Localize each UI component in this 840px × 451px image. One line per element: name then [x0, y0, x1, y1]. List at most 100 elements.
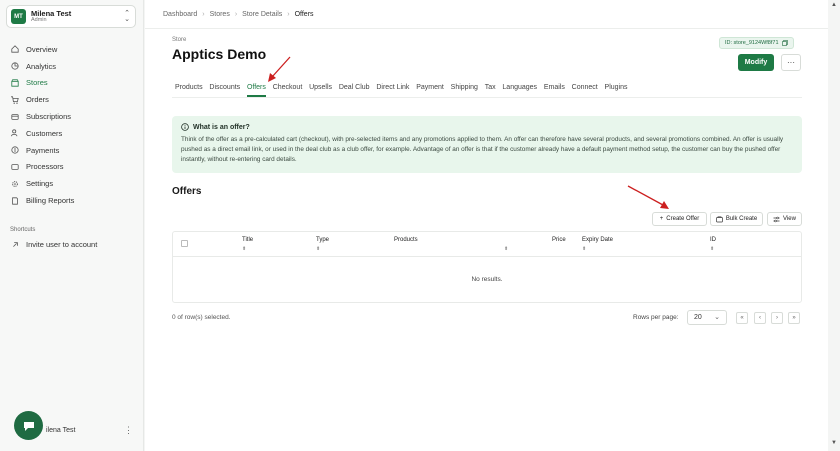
tab-connect[interactable]: Connect — [572, 84, 598, 91]
view-label: View — [783, 216, 796, 222]
account-switcher[interactable]: MT Milena Test Admin ⌃ ⌄ — [6, 5, 136, 28]
sidebar-item-payments[interactable]: Payments — [11, 142, 74, 159]
sidebar-item-billing-reports[interactable]: Billing Reports — [11, 192, 74, 209]
stack-icon — [715, 215, 723, 222]
tab-plugins[interactable]: Plugins — [605, 84, 628, 91]
tab-tax[interactable]: Tax — [485, 84, 496, 91]
breadcrumb: Dashboard › Stores › Store Details › Off… — [163, 11, 314, 18]
sidebar-item-label: Orders — [26, 95, 49, 105]
chat-widget-button[interactable] — [14, 411, 43, 440]
store-tabs: Products Discounts Offers Checkout Upsel… — [175, 84, 634, 97]
sidebar-item-processors[interactable]: Processors — [11, 159, 74, 176]
bulk-create-button[interactable]: Bulk Create — [710, 212, 763, 226]
tab-direct-link[interactable]: Direct Link — [376, 84, 409, 91]
breadcrumb-separator-icon: › — [234, 11, 238, 18]
sidebar-item-analytics[interactable]: Analytics — [11, 58, 74, 75]
sidebar-item-subscriptions[interactable]: Subscriptions — [11, 108, 74, 125]
sidebar-item-orders[interactable]: Orders — [11, 91, 74, 108]
first-page-button[interactable]: « — [736, 312, 748, 324]
scroll-up-icon[interactable]: ▲ — [831, 2, 837, 8]
select-all-checkbox[interactable] — [181, 240, 188, 247]
tab-shipping[interactable]: Shipping — [451, 84, 478, 91]
gear-icon — [11, 180, 19, 188]
sidebar-item-overview[interactable]: Overview — [11, 41, 74, 58]
account-avatar: MT — [11, 9, 26, 24]
tab-deal-club[interactable]: Deal Club — [339, 84, 370, 91]
view-options-button[interactable]: View — [767, 212, 802, 226]
customers-icon — [11, 129, 19, 137]
account-role: Admin — [31, 17, 47, 23]
sidebar-item-label: Settings — [26, 179, 54, 189]
payments-icon — [11, 146, 19, 154]
account-name: Milena Test — [31, 8, 72, 18]
sidebar-item-label: Billing Reports — [26, 196, 75, 206]
chevron-down-icon: ⌄ — [714, 314, 720, 321]
report-icon — [11, 196, 19, 205]
next-page-button[interactable]: › — [771, 312, 783, 324]
tab-emails[interactable]: Emails — [544, 84, 565, 91]
tab-languages[interactable]: Languages — [502, 84, 537, 91]
sort-icon[interactable]: ⬍ — [316, 246, 320, 252]
sort-icon[interactable]: ⬍ — [242, 246, 246, 252]
analytics-icon — [11, 62, 19, 70]
tab-payment[interactable]: Payment — [416, 84, 444, 91]
previous-page-button[interactable]: ‹ — [754, 312, 766, 324]
sidebar-item-label: Overview — [26, 44, 58, 54]
rows-per-page-label: Rows per page: — [633, 314, 679, 321]
column-title[interactable]: Title — [242, 237, 253, 243]
tab-discounts[interactable]: Discounts — [209, 84, 240, 91]
tab-products[interactable]: Products — [175, 84, 203, 91]
sidebar-item-label: Stores — [26, 78, 48, 88]
info-heading: What is an offer? — [193, 123, 250, 131]
tab-offers[interactable]: Offers — [246, 84, 266, 97]
shortcut-label: Invite user to account — [26, 240, 98, 249]
tab-checkout[interactable]: Checkout — [273, 84, 303, 91]
chevron-updown-icon: ⌃ ⌄ — [124, 10, 130, 23]
last-page-button[interactable]: » — [788, 312, 800, 324]
rows-per-page-value: 20 — [694, 314, 702, 321]
column-products: Products — [394, 237, 418, 243]
breadcrumb-separator-icon: › — [202, 11, 205, 18]
create-offer-button[interactable]: + Create Offer — [652, 212, 707, 226]
table-header: Title ⬍ Type ⬍ Products ⬍ Price Expiry D… — [173, 232, 801, 257]
sidebar-item-label: Processors — [26, 162, 64, 172]
sidebar-item-label: Payments — [26, 145, 60, 155]
store-id-text: ID: store_9124Wf8f71 — [725, 40, 779, 46]
info-body: Think of the offer as a pre-calculated c… — [181, 136, 784, 163]
plus-icon: + — [659, 216, 664, 222]
breadcrumb-dashboard[interactable]: Dashboard — [163, 11, 197, 18]
more-options-button[interactable]: ··· — [781, 54, 801, 71]
store-label: Store — [172, 37, 187, 43]
sidebar-item-settings[interactable]: Settings — [11, 175, 74, 192]
modify-button[interactable]: Modify — [738, 54, 774, 71]
store-icon — [11, 79, 19, 87]
breadcrumb-store-details[interactable]: Store Details — [242, 11, 282, 18]
copy-icon[interactable] — [781, 40, 788, 46]
shortcuts-heading: Shortcuts — [10, 227, 36, 233]
chat-icon — [23, 421, 34, 431]
sidebar-item-customers[interactable]: Customers — [11, 125, 74, 142]
vertical-scrollbar[interactable]: ▲ ▼ — [828, 0, 840, 451]
shortcut-invite-user[interactable]: Invite user to account — [11, 240, 97, 249]
selection-status: 0 of row(s) selected. — [172, 314, 231, 321]
sort-icon[interactable]: ⬍ — [582, 246, 586, 252]
breadcrumb-stores[interactable]: Stores — [210, 11, 230, 18]
sidebar-item-stores[interactable]: Stores — [11, 75, 74, 92]
column-id[interactable]: ID — [710, 237, 716, 243]
divider — [172, 97, 802, 98]
column-expiry-date[interactable]: Expiry Date — [582, 237, 613, 243]
tab-upsells[interactable]: Upsells — [309, 84, 332, 91]
column-type[interactable]: Type — [316, 237, 329, 243]
store-id-badge[interactable]: ID: store_9124Wf8f71 — [719, 37, 794, 49]
sliders-icon — [773, 216, 780, 222]
sidebar-item-label: Customers — [26, 128, 63, 138]
sort-icon[interactable]: ⬍ — [710, 246, 714, 252]
empty-state: No results. — [471, 276, 503, 283]
cart-icon — [11, 96, 19, 104]
sort-icon[interactable]: ⬍ — [504, 246, 508, 252]
offers-heading: Offers — [172, 186, 202, 197]
more-vertical-icon[interactable]: ⋮ — [124, 425, 133, 436]
rows-per-page-select[interactable]: 20 ⌄ — [687, 310, 727, 325]
sidebar-item-label: Subscriptions — [26, 112, 72, 122]
scroll-down-icon[interactable]: ▼ — [831, 440, 837, 446]
